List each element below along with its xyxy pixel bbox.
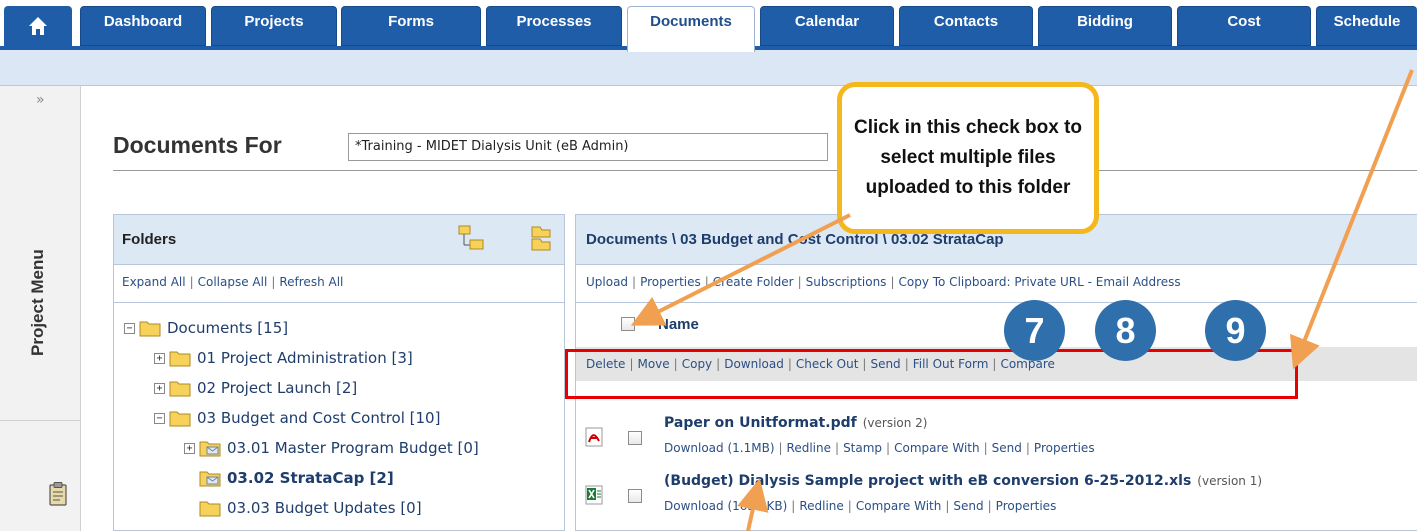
tab-schedule[interactable]: Schedule	[1316, 6, 1417, 46]
instruction-callout: Click in this check box to select multip…	[837, 82, 1099, 234]
file-actions: Download (1.1MB) | Redline | Stamp | Compare W…	[664, 441, 1095, 455]
file-compare-with-link[interactable]: Compare With	[856, 499, 942, 513]
actions-highlight-box	[565, 349, 1298, 399]
folder-icon	[169, 351, 191, 367]
copy-to-clipboard-link[interactable]: Copy To Clipboard: Private URL - Email A…	[898, 275, 1180, 289]
folder-tree-view-icon[interactable]	[456, 223, 486, 253]
project-select[interactable]: *Training - MIDET Dialysis Unit (eB Admi…	[348, 133, 828, 161]
file-stamp-link[interactable]: Stamp	[843, 441, 882, 455]
sidebar-divider	[0, 420, 81, 421]
step-badge-7: 7	[1004, 300, 1065, 361]
folders-toolbar: Expand All | Collapse All | Refresh All	[114, 265, 564, 303]
file-version: (version 2)	[862, 416, 928, 430]
file-send-link[interactable]: Send	[953, 499, 983, 513]
collapse-toggle-icon[interactable]: −	[124, 322, 135, 334]
tab-forms[interactable]: Forms	[341, 6, 481, 46]
project-menu-sidebar: » Project Menu	[0, 86, 81, 531]
expand-all-link[interactable]: Expand All	[122, 275, 186, 289]
refresh-all-link[interactable]: Refresh All	[279, 275, 343, 289]
tab-calendar[interactable]: Calendar	[760, 6, 894, 46]
folder-icon	[169, 381, 191, 397]
page-title: Documents For	[113, 132, 282, 158]
tree-item-03-01-master-program-budget[interactable]: + 03.01 Master Program Budget [0]	[184, 433, 479, 463]
folder-icon	[169, 411, 191, 427]
file-properties-link[interactable]: Properties	[1034, 441, 1095, 455]
callout-text: Click in this check box to select multip…	[853, 117, 1083, 198]
file-properties-link[interactable]: Properties	[996, 499, 1057, 513]
tree-item-label: 02 Project Launch [2]	[197, 379, 358, 397]
properties-link[interactable]: Properties	[640, 275, 701, 289]
documents-toolbar: Upload | Properties | Create Folder | Subscrip…	[576, 265, 1417, 303]
file-row: Paper on Unitformat.pdf (version 2) Downl…	[576, 411, 1417, 465]
tab-projects[interactable]: Projects	[211, 6, 337, 46]
home-icon	[29, 17, 47, 35]
mail-folder-icon	[199, 501, 221, 517]
tab-cost[interactable]: Cost	[1177, 6, 1311, 46]
tree-item-documents[interactable]: − Documents [15]	[124, 313, 288, 343]
folders-title: Folders	[122, 231, 177, 248]
select-all-checkbox[interactable]	[621, 317, 635, 331]
excel-file-icon	[585, 485, 603, 505]
file-actions: Download (163.0KB) | Redline | Compare With |…	[664, 499, 1057, 513]
pdf-file-icon	[585, 427, 603, 447]
tree-item-label: 03 Budget and Cost Control [10]	[197, 409, 441, 427]
mail-folder-icon	[199, 441, 221, 457]
new-folder-icon[interactable]	[526, 223, 556, 253]
folders-panel: Folders Expand All | Collapse All | Refresh …	[113, 214, 565, 531]
file-version: (version 1)	[1197, 474, 1263, 488]
name-column-header[interactable]: Name	[658, 316, 699, 333]
collapse-toggle-icon[interactable]: −	[154, 412, 165, 424]
project-menu-label[interactable]: Project Menu	[28, 249, 48, 356]
folder-icon	[139, 321, 161, 337]
folders-header: Folders	[114, 215, 564, 265]
clipboard-icon[interactable]	[48, 481, 68, 507]
file-redline-link[interactable]: Redline	[799, 499, 843, 513]
file-row: (Budget) Dialysis Sample project with eB…	[576, 469, 1417, 523]
expand-toggle-icon[interactable]: +	[184, 442, 195, 454]
file-checkbox[interactable]	[628, 431, 642, 445]
file-send-link[interactable]: Send	[992, 441, 1022, 455]
expand-toggle-icon[interactable]: +	[154, 382, 165, 394]
sub-navigation-bar	[0, 50, 1417, 86]
expand-sidebar-icon[interactable]: »	[36, 92, 45, 108]
tree-item-label: Documents [15]	[167, 319, 289, 337]
collapse-all-link[interactable]: Collapse All	[198, 275, 268, 289]
file-redline-link[interactable]: Redline	[787, 441, 831, 455]
subscriptions-link[interactable]: Subscriptions	[806, 275, 887, 289]
create-folder-link[interactable]: Create Folder	[713, 275, 794, 289]
file-title[interactable]: (Budget) Dialysis Sample project with eB…	[664, 473, 1262, 489]
tab-dashboard[interactable]: Dashboard	[80, 6, 206, 46]
file-name[interactable]: (Budget) Dialysis Sample project with eB…	[664, 473, 1191, 489]
file-name[interactable]: Paper on Unitformat.pdf	[664, 415, 857, 431]
tab-processes[interactable]: Processes	[486, 6, 622, 46]
step-badge-9: 9	[1205, 300, 1266, 361]
main-tab-bar: Dashboard Projects Forms Processes Docum…	[0, 0, 1417, 52]
tree-item-02-project-launch[interactable]: + 02 Project Launch [2]	[154, 373, 357, 403]
file-checkbox[interactable]	[628, 489, 642, 503]
tree-item-label: 03.01 Master Program Budget [0]	[227, 439, 479, 457]
tree-item-03-budget-and-cost-control[interactable]: − 03 Budget and Cost Control [10]	[154, 403, 440, 433]
upload-link[interactable]: Upload	[586, 275, 628, 289]
tree-item-label: 03.03 Budget Updates [0]	[227, 499, 422, 517]
file-compare-with-link[interactable]: Compare With	[894, 441, 980, 455]
mail-folder-icon	[199, 471, 221, 487]
tab-documents[interactable]: Documents	[627, 6, 755, 52]
title-divider	[113, 170, 1417, 171]
step-badge-8: 8	[1095, 300, 1156, 361]
file-download-link[interactable]: Download (1.1MB)	[664, 441, 775, 455]
expand-toggle-icon[interactable]: +	[154, 352, 165, 364]
tab-bidding[interactable]: Bidding	[1038, 6, 1172, 46]
tab-contacts[interactable]: Contacts	[899, 6, 1033, 46]
tree-item-label: 01 Project Administration [3]	[197, 349, 413, 367]
tree-item-01-project-administration[interactable]: + 01 Project Administration [3]	[154, 343, 413, 373]
tree-item-03-03-budget-updates[interactable]: 03.03 Budget Updates [0]	[199, 493, 422, 523]
file-title[interactable]: Paper on Unitformat.pdf (version 2)	[664, 415, 927, 431]
file-list-header: Name	[576, 305, 1417, 343]
tree-item-label: 03.02 StrataCap [2]	[227, 469, 394, 487]
tree-item-03-02-stratacap[interactable]: 03.02 StrataCap [2]	[199, 463, 394, 493]
home-tab[interactable]	[4, 6, 72, 46]
file-download-link[interactable]: Download (163.0KB)	[664, 499, 787, 513]
folder-tree: − Documents [15] + 01 Project Administra…	[114, 305, 564, 531]
